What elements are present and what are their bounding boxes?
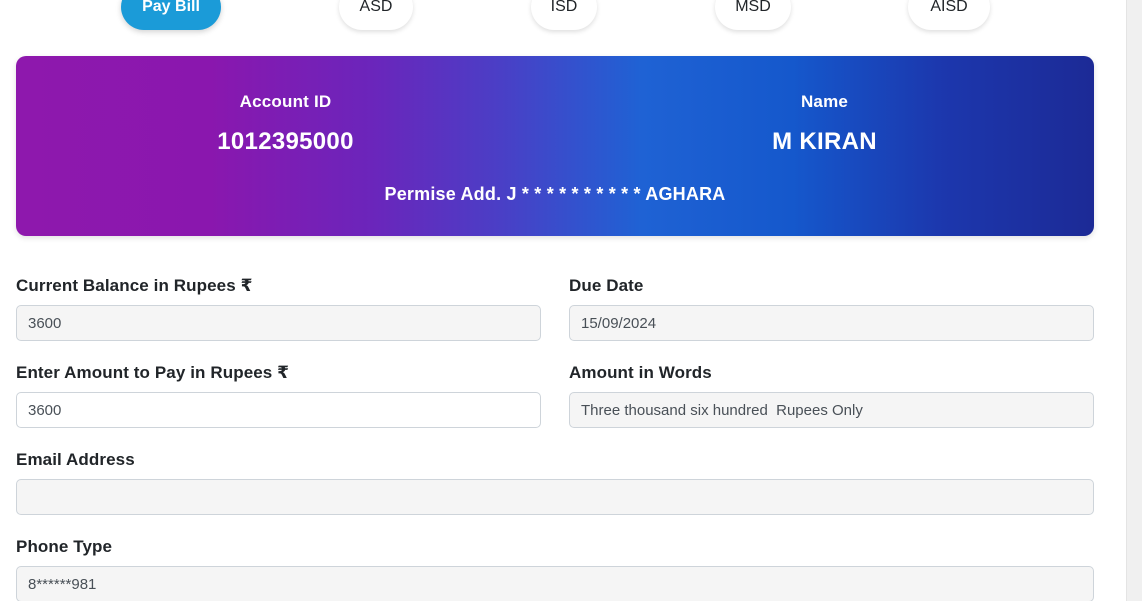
field-email-address: Email Address (16, 450, 1094, 515)
tab-msd[interactable]: MSD (715, 0, 791, 30)
due-date-input[interactable] (569, 305, 1094, 341)
account-card-columns: Account ID 1012395000 Name M KIRAN (16, 56, 1094, 156)
premise-address: Permise Add. J * * * * * * * * * * AGHAR… (384, 184, 726, 204)
amount-in-words-input[interactable] (569, 392, 1094, 428)
form-row-balance-duedate: Current Balance in Rupees ₹ Due Date (16, 276, 1094, 341)
account-id-value: 1012395000 (217, 128, 354, 155)
tab-asd[interactable]: ASD (339, 0, 413, 30)
due-date-label: Due Date (569, 276, 644, 295)
current-balance-label: Current Balance in Rupees ₹ (16, 276, 253, 295)
app-viewport: Pay Bill ASD ISD MSD AISD Account ID 101… (0, 0, 1142, 601)
account-id-label: Account ID (239, 92, 332, 111)
field-amount-in-words: Amount in Words (569, 363, 1094, 428)
field-amount-to-pay: Enter Amount to Pay in Rupees ₹ (16, 363, 541, 428)
tab-pay-bill[interactable]: Pay Bill (121, 0, 221, 30)
account-summary-card: Account ID 1012395000 Name M KIRAN Permi… (16, 56, 1094, 236)
form-row-email: Email Address (16, 450, 1094, 515)
amount-to-pay-input[interactable] (16, 392, 541, 428)
pay-bill-form: Current Balance in Rupees ₹ Due Date Ent… (16, 276, 1094, 601)
account-name-label: Name (800, 92, 849, 111)
tab-aisd[interactable]: AISD (908, 0, 990, 30)
account-name-value: M KIRAN (772, 128, 877, 155)
form-row-phone: Phone Type (16, 537, 1094, 601)
account-name-block: Name M KIRAN (555, 56, 1094, 156)
email-address-input[interactable] (16, 479, 1094, 515)
current-balance-input[interactable] (16, 305, 541, 341)
form-row-amount-words: Enter Amount to Pay in Rupees ₹ Amount i… (16, 363, 1094, 428)
vertical-scrollbar[interactable] (1126, 0, 1142, 601)
field-current-balance: Current Balance in Rupees ₹ (16, 276, 541, 341)
amount-in-words-label: Amount in Words (569, 363, 712, 382)
amount-to-pay-label: Enter Amount to Pay in Rupees ₹ (16, 363, 290, 382)
account-id-block: Account ID 1012395000 (16, 56, 555, 156)
phone-type-label: Phone Type (16, 537, 113, 556)
field-due-date: Due Date (569, 276, 1094, 341)
field-phone-type: Phone Type (16, 537, 1094, 601)
page-content: Pay Bill ASD ISD MSD AISD Account ID 101… (0, 0, 1126, 601)
service-tabs: Pay Bill ASD ISD MSD AISD (0, 0, 1126, 32)
phone-type-input[interactable] (16, 566, 1094, 601)
email-address-label: Email Address (16, 450, 135, 469)
tab-isd[interactable]: ISD (531, 0, 597, 30)
